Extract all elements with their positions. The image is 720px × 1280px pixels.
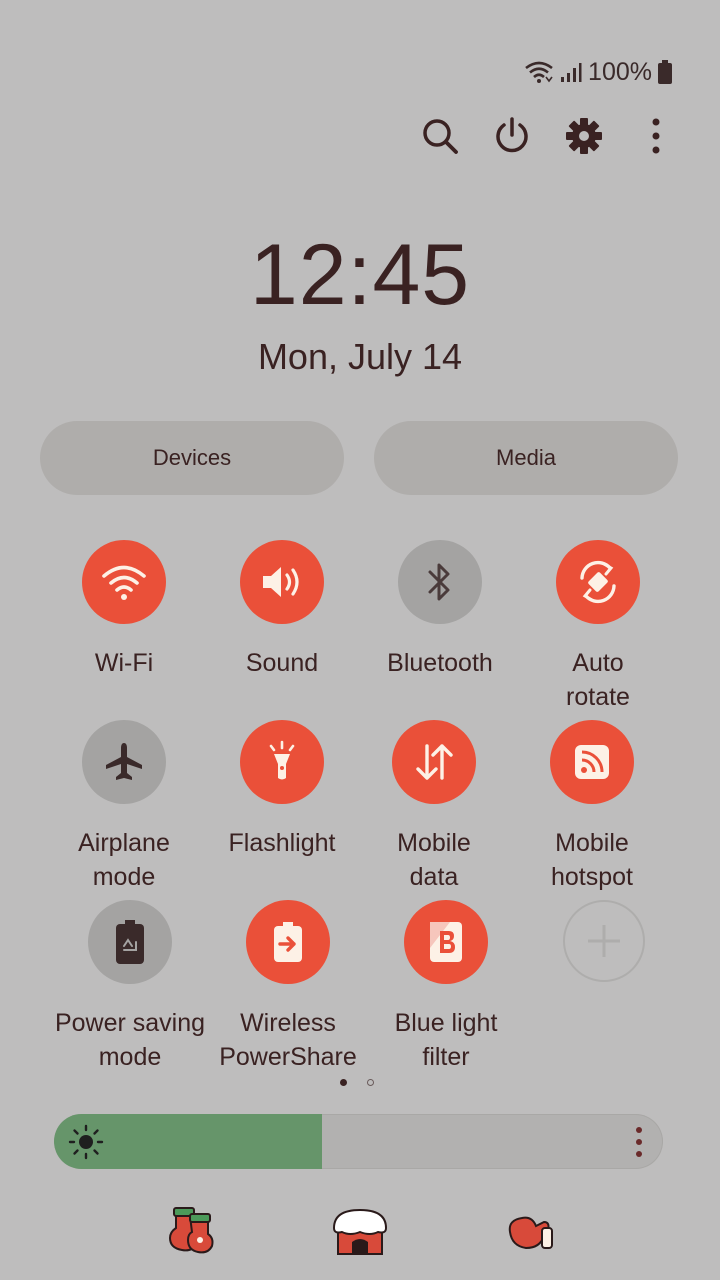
tile-wifi-toggle[interactable] <box>82 540 166 624</box>
more-vert-icon <box>652 118 660 154</box>
sun-icon <box>68 1124 104 1160</box>
tile-wifi[interactable]: Wi-Fi <box>44 540 204 680</box>
tile-blue-light-filter[interactable]: Blue light filter <box>366 900 526 1074</box>
settings-button[interactable] <box>560 112 608 160</box>
gear-icon <box>566 118 602 154</box>
brightness-slider[interactable] <box>54 1114 663 1169</box>
tile-airplane-label: Airplane mode <box>78 829 170 891</box>
tile-sound-label: Sound <box>245 649 319 677</box>
search-button[interactable] <box>416 112 464 160</box>
search-icon <box>423 119 458 154</box>
socks-icon <box>168 1207 214 1254</box>
more-options-button[interactable] <box>632 112 680 160</box>
status-bar: 100% <box>524 56 672 88</box>
media-button[interactable]: Media <box>374 421 678 495</box>
add-icon <box>588 925 620 957</box>
bluetooth-icon <box>428 563 450 601</box>
tile-auto-rotate-label: Auto rotate <box>566 649 630 711</box>
mitten-icon <box>508 1216 553 1250</box>
tile-airplane-toggle[interactable] <box>82 720 166 804</box>
flashlight-icon <box>269 740 295 780</box>
tile-mobile-hotspot-toggle[interactable] <box>550 720 634 804</box>
tile-mobile-hotspot-label: Mobile hotspot <box>550 829 633 891</box>
tile-flashlight-toggle[interactable] <box>240 720 324 804</box>
airplane-icon <box>106 743 142 780</box>
tile-blue-light-filter-label: Blue light filter <box>394 1009 498 1071</box>
clock-date: Mon, July 14 <box>257 336 463 377</box>
page-dot[interactable] <box>367 1079 374 1086</box>
tile-power-saving-label: Power saving mode <box>54 1009 206 1071</box>
powershare-icon <box>274 922 302 962</box>
wifi-icon <box>102 565 146 600</box>
tile-power-saving-toggle[interactable] <box>88 900 172 984</box>
signal-icon <box>560 61 582 83</box>
tile-sound-toggle[interactable] <box>240 540 324 624</box>
brightness-more-icon[interactable] <box>629 1126 649 1158</box>
blue-light-icon <box>430 922 462 962</box>
tile-sound[interactable]: Sound <box>202 540 362 680</box>
mobile-data-icon <box>416 744 453 780</box>
page-indicator <box>340 1079 374 1086</box>
tile-wireless-powershare-label: Wireless PowerShare <box>219 1009 357 1071</box>
tile-wireless-powershare[interactable]: Wireless PowerShare <box>208 900 368 1074</box>
tile-flashlight-label: Flashlight <box>228 829 336 857</box>
top-actions <box>0 112 720 160</box>
tile-bluetooth-toggle[interactable] <box>398 540 482 624</box>
devices-button[interactable]: Devices <box>40 421 344 495</box>
tile-mobile-data-label: Mobile data <box>397 829 471 891</box>
tile-wireless-powershare-toggle[interactable] <box>246 900 330 984</box>
tile-blue-light-filter-toggle[interactable] <box>404 900 488 984</box>
media-label: Media <box>496 445 556 470</box>
tile-auto-rotate-toggle[interactable] <box>556 540 640 624</box>
tile-power-saving[interactable]: Power saving mode <box>50 900 210 1074</box>
tile-add[interactable] <box>524 900 684 982</box>
power-button[interactable] <box>488 112 536 160</box>
house-icon <box>332 1208 388 1255</box>
power-saving-icon <box>116 920 144 964</box>
tile-bluetooth[interactable]: Bluetooth <box>360 540 520 680</box>
tile-mobile-data-toggle[interactable] <box>392 720 476 804</box>
wifi-status-icon <box>524 60 554 84</box>
tile-mobile-hotspot[interactable]: Mobile hotspot <box>512 720 672 894</box>
power-icon <box>496 117 528 153</box>
battery-icon <box>658 60 672 84</box>
clock-time: 12:45 <box>249 227 471 323</box>
tile-airplane[interactable]: Airplane mode <box>44 720 204 894</box>
battery-percent: 100% <box>588 57 652 86</box>
tile-auto-rotate[interactable]: Auto rotate <box>518 540 678 714</box>
tile-add-button[interactable] <box>563 900 645 982</box>
tile-bluetooth-label: Bluetooth <box>387 649 493 677</box>
tile-wifi-label: Wi-Fi <box>94 649 154 677</box>
tile-mobile-data[interactable]: Mobile data <box>354 720 514 894</box>
hotspot-icon <box>575 745 609 779</box>
rotate-icon <box>580 560 616 604</box>
sound-icon <box>263 567 299 597</box>
page-dot-active[interactable] <box>340 1079 347 1086</box>
devices-label: Devices <box>152 445 232 470</box>
tile-flashlight[interactable]: Flashlight <box>202 720 362 860</box>
